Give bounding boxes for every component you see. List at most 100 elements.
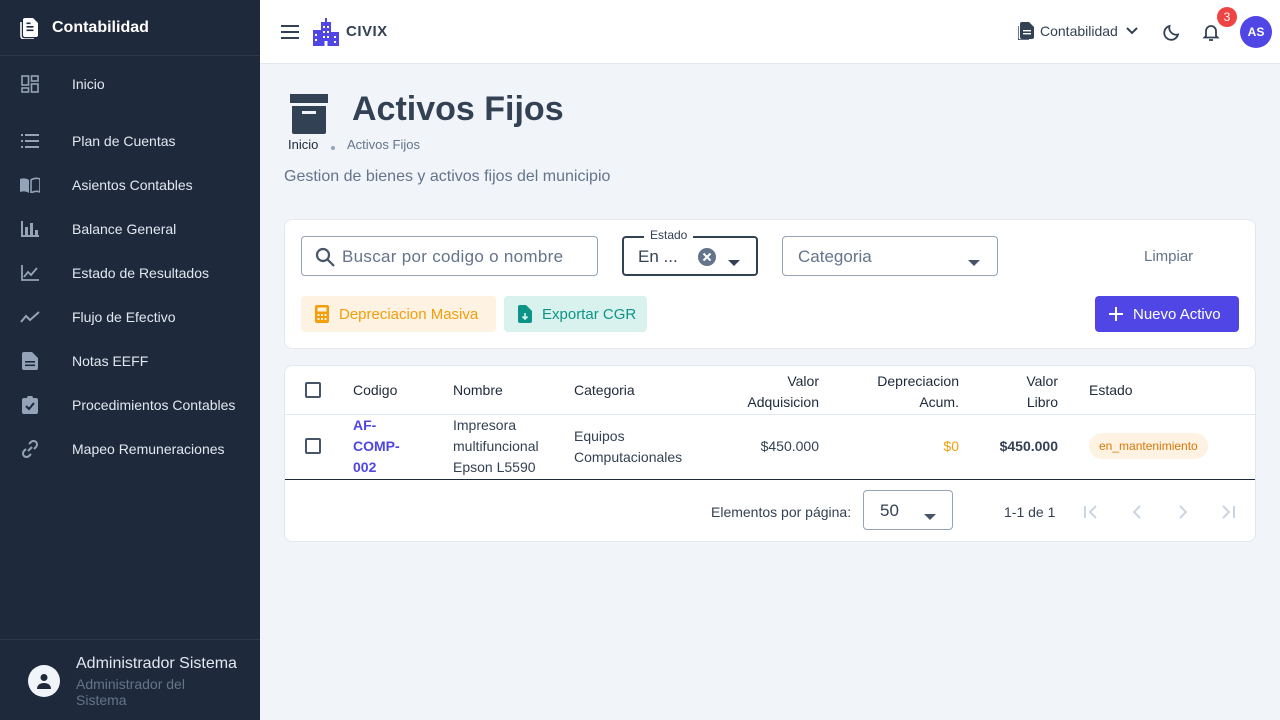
estado-label: Estado — [644, 228, 694, 242]
column-header-valor-libro[interactable]: Valor Libro — [985, 371, 1058, 413]
plus-icon — [1109, 307, 1123, 321]
sidebar-item-notas-eeff[interactable]: Notas EEFF — [0, 339, 260, 383]
column-header-estado[interactable]: Estado — [1089, 382, 1133, 398]
sidebar-item-procedimientos-contables[interactable]: Procedimientos Contables — [0, 383, 260, 427]
sidebar-item-estado-de-resultados[interactable]: Estado de Resultados — [0, 251, 260, 295]
bar-chart-icon — [20, 219, 40, 239]
depreciacion-masiva-button[interactable]: Depreciacion Masiva — [301, 296, 496, 332]
dashboard-icon — [20, 74, 40, 94]
header-line: Valor — [1026, 373, 1058, 389]
document-icon — [20, 17, 40, 39]
search-icon — [315, 247, 335, 272]
breadcrumb-current: Activos Fijos — [347, 137, 420, 152]
menu-icon[interactable] — [278, 20, 302, 44]
column-header-depreciacion[interactable]: Depreciacion Acum. — [845, 371, 959, 413]
activos-table: Codigo Nombre Categoria Valor Adquisicio… — [284, 365, 1256, 542]
book-icon — [20, 175, 40, 195]
estado-select[interactable]: Estado En ... — [622, 228, 758, 276]
sidebar-item-asientos-contables[interactable]: Asientos Contables — [0, 163, 260, 207]
sidebar-item-balance-general[interactable]: Balance General — [0, 207, 260, 251]
sidebar-header: Contabilidad — [0, 0, 260, 56]
search-input[interactable] — [342, 243, 582, 271]
list-icon — [20, 131, 40, 151]
sidebar-item-label: Inicio — [72, 76, 105, 92]
brand-name: CIVIX — [346, 23, 388, 40]
column-header-valor-adquisicion[interactable]: Valor Adquisicion — [705, 371, 819, 413]
sidebar-item-mapeo-remuneraciones[interactable]: Mapeo Remuneraciones — [0, 427, 260, 471]
sidebar-item-label: Mapeo Remuneraciones — [72, 441, 225, 457]
user-name: Administrador Sistema — [76, 655, 237, 672]
sidebar-item-label: Flujo de Efectivo — [72, 309, 176, 325]
archive-icon — [290, 94, 328, 139]
row-depreciacion-acum: $0 — [943, 438, 959, 454]
calculator-icon — [315, 305, 329, 323]
categoria-line: Equipos — [574, 428, 625, 444]
previous-page-icon[interactable] — [1125, 500, 1149, 524]
exportar-cgr-button[interactable]: Exportar CGR — [504, 296, 647, 332]
exportar-cgr-label: Exportar CGR — [542, 305, 637, 323]
header-line: Valor — [787, 373, 819, 389]
paginator-range: 1-1 de 1 — [1004, 504, 1056, 520]
row-valor-adquisicion: $450.000 — [760, 438, 819, 454]
line-chart-icon — [20, 263, 40, 283]
page-subtitle: Gestion de bienes y activos fijos del mu… — [284, 168, 611, 185]
next-page-icon[interactable] — [1171, 500, 1195, 524]
page-size-value: 50 — [880, 501, 899, 520]
estado-value: En ... — [638, 247, 678, 266]
clear-icon[interactable] — [697, 247, 717, 272]
person-icon — [36, 673, 52, 689]
module-selector[interactable]: Contabilidad — [1018, 22, 1138, 40]
code-line: COMP- — [353, 438, 400, 454]
moon-icon[interactable] — [1162, 22, 1182, 47]
sidebar-user[interactable]: Administrador Sistema Administrador del … — [0, 639, 260, 720]
nuevo-activo-button[interactable]: Nuevo Activo — [1095, 296, 1239, 332]
sidebar-item-plan-de-cuentas[interactable]: Plan de Cuentas — [0, 119, 260, 163]
sidebar-item-flujo-de-efectivo[interactable]: Flujo de Efectivo — [0, 295, 260, 339]
avatar — [28, 665, 60, 697]
topbar: CIVIX Contabilidad 3 AS — [260, 0, 1280, 64]
paginator-label: Elementos por página: — [711, 504, 852, 520]
last-page-icon[interactable] — [1216, 500, 1240, 524]
trend-icon — [20, 307, 40, 327]
link-icon — [20, 439, 40, 459]
civix-logo-icon — [312, 18, 340, 51]
sidebar-item-inicio[interactable]: Inicio — [0, 62, 260, 106]
header-line: Libro — [1026, 394, 1058, 410]
clear-filters-button[interactable]: Limpiar — [1144, 248, 1193, 265]
search-field[interactable] — [301, 236, 598, 276]
sidebar-title: Contabilidad — [52, 18, 149, 36]
bell-icon[interactable] — [1201, 22, 1221, 47]
categoria-select[interactable]: Categoria — [782, 236, 998, 276]
column-header-nombre[interactable]: Nombre — [453, 382, 503, 398]
user-avatar[interactable]: AS — [1240, 16, 1272, 48]
nombre-line: multifuncional — [453, 438, 539, 454]
page-size-select[interactable]: 50 — [863, 490, 953, 530]
categoria-line: Computacionales — [574, 449, 683, 465]
sidebar-item-label: Estado de Resultados — [72, 265, 209, 281]
header-divider — [285, 414, 1255, 415]
row-checkbox[interactable] — [305, 438, 321, 454]
page-title: Activos Fijos — [352, 90, 564, 128]
code-line: AF- — [353, 417, 377, 433]
sidebar-item-label: Balance General — [72, 221, 177, 237]
nombre-line: Impresora — [453, 417, 517, 433]
select-all-checkbox[interactable] — [305, 382, 321, 398]
file-download-icon — [518, 305, 532, 323]
nombre-line: Epson L5590 — [453, 459, 536, 475]
header-line: Depreciacion — [877, 373, 959, 389]
categoria-placeholder: Categoria — [798, 247, 872, 266]
row-codigo-link[interactable]: AF- COMP- 002 — [353, 415, 413, 478]
column-header-categoria[interactable]: Categoria — [574, 382, 635, 398]
module-label: Contabilidad — [1040, 23, 1118, 39]
first-page-icon[interactable] — [1079, 500, 1103, 524]
dropdown-arrow-icon — [924, 507, 936, 525]
filters-card: Estado En ... Categoria Limpiar Deprecia… — [284, 219, 1256, 349]
row-nombre: Impresora multifuncional Epson L5590 — [453, 415, 539, 478]
sidebar-item-label: Procedimientos Contables — [72, 397, 236, 413]
breadcrumb-home[interactable]: Inicio — [288, 137, 318, 152]
document-icon — [20, 351, 40, 371]
column-header-codigo[interactable]: Codigo — [353, 382, 397, 398]
user-role: Administrador del Sistema — [76, 676, 185, 708]
row-categoria: Equipos Computacionales — [574, 426, 682, 468]
header-line: Acum. — [919, 394, 959, 410]
